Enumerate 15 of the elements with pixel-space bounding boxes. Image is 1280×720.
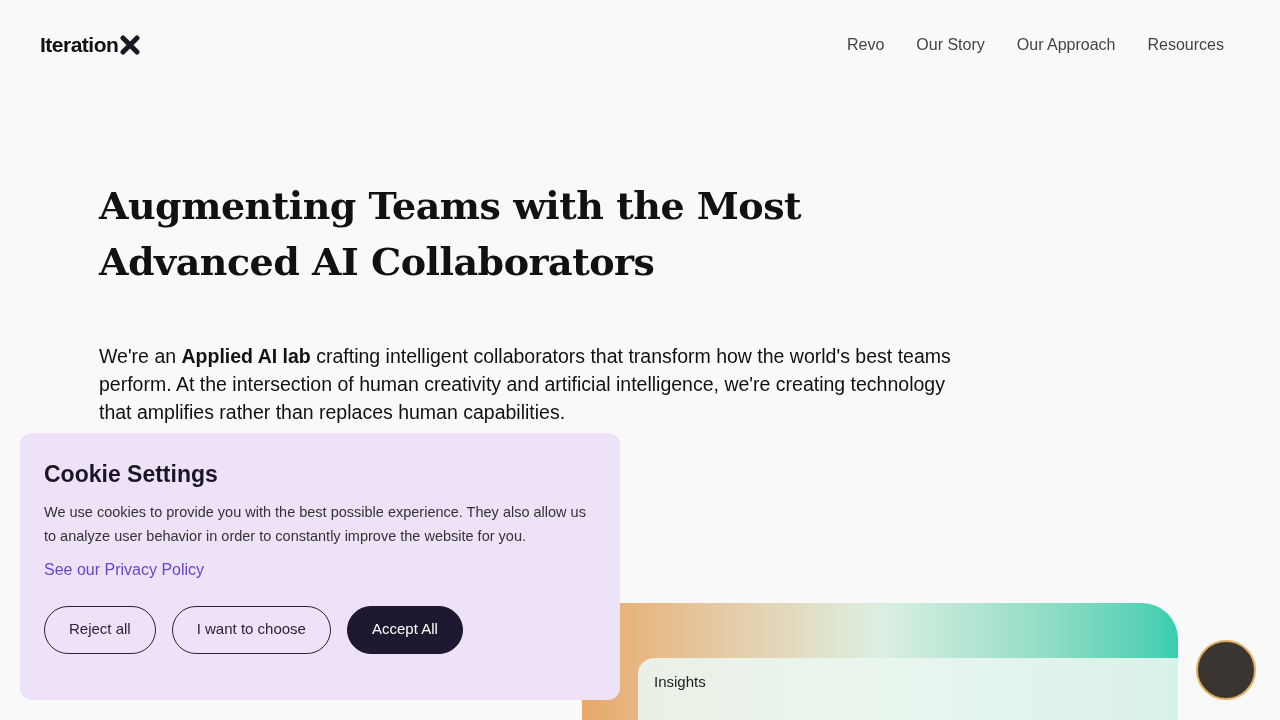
headline-line: Augmenting Teams with the Most [99, 182, 802, 230]
banner-text: We use cookies to provide you with the best possible experience. They also allow us to analyze user behavior in order to constantly improve the website for you. [44, 502, 587, 546]
logo-text[interactable]: Iteration [40, 29, 119, 61]
nav-link[interactable]: Resources [1147, 33, 1224, 57]
cookie-button[interactable]: Accept All [346, 605, 463, 654]
panel-title: Insights [654, 673, 706, 690]
banner-title: Cookie Settings [44, 460, 219, 489]
nav-link[interactable]: Our Approach [1016, 33, 1116, 57]
intro-paragraph: We're an Applied AI lab crafting intelligent collaborators that transform how the world's best teams perform. At the intersection of human creativity and artificial intelligence, we're creating technology that amplifies rather than replaces human capabilities. [99, 344, 952, 425]
privacy-link[interactable]: See our Privacy Policy [44, 557, 205, 582]
avatar[interactable] [1196, 640, 1256, 700]
nav-link[interactable]: Our Story [916, 33, 985, 57]
logo-x-icon [120, 35, 141, 55]
headline-line: Advanced AI Collaborators [99, 238, 655, 286]
nav-link[interactable]: Revo [846, 33, 885, 57]
